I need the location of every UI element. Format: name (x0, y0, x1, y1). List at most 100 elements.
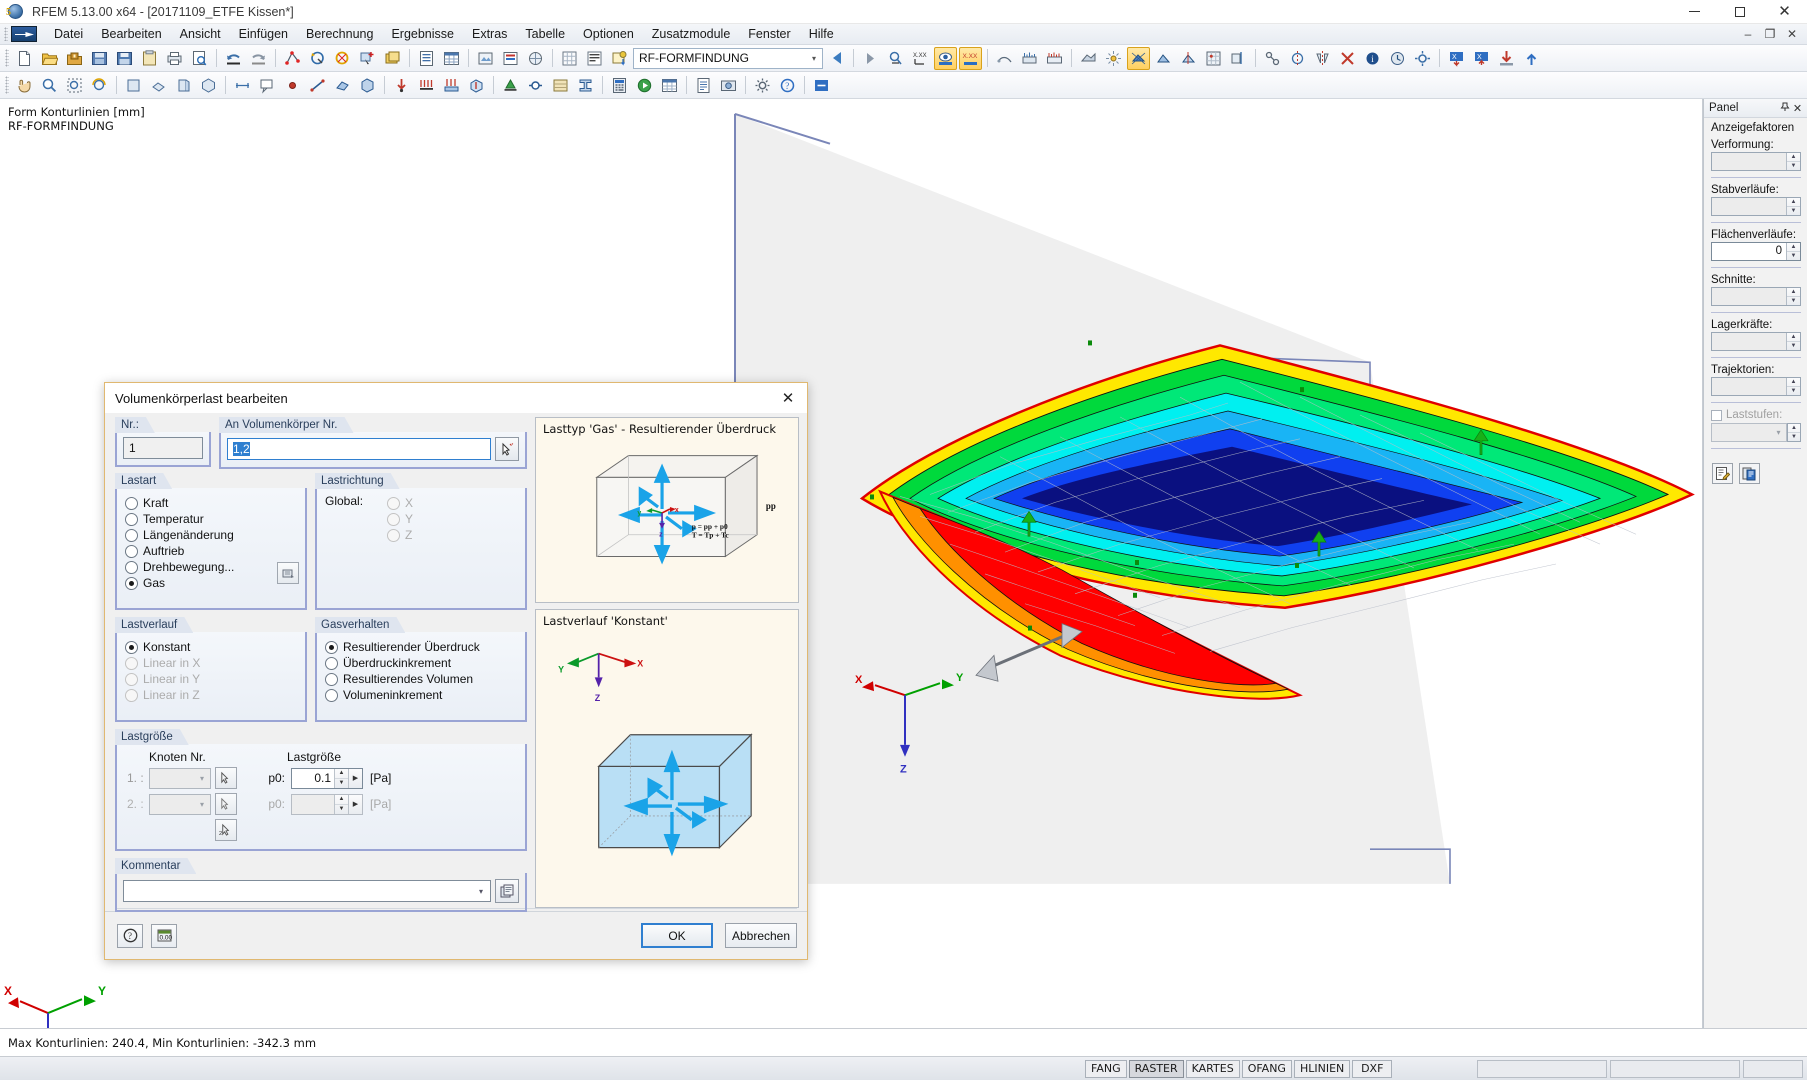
doc-close-button[interactable]: ✕ (1781, 27, 1803, 41)
close-button[interactable]: ✕ (1762, 0, 1807, 24)
trajektorien-down-icon[interactable]: ▼ (1787, 387, 1800, 395)
radio-resultierender-ueberdruck-dot[interactable] (325, 640, 338, 654)
render-mode3-icon[interactable] (1177, 47, 1200, 70)
result-bars2-icon[interactable] (1043, 47, 1066, 70)
volumenkoerperlast-dialog[interactable]: Volumenkörperlast bearbeiten ✕ Nr.: 1 An… (104, 382, 808, 960)
import-down-icon[interactable] (1495, 47, 1518, 70)
kommentar-chevron-down-icon[interactable]: ▾ (472, 887, 490, 896)
section-view-icon[interactable] (1227, 47, 1250, 70)
ok-button[interactable]: OK (641, 923, 713, 948)
line-icon[interactable] (306, 74, 329, 97)
laststufen-combobox[interactable]: ▾ (1711, 423, 1787, 442)
schnitte-down-icon[interactable]: ▼ (1787, 297, 1800, 305)
export-2-icon[interactable]: X (1470, 47, 1493, 70)
flaechenverlaeufe-spinner[interactable]: 0 ▲ ▼ (1711, 242, 1801, 261)
surface-icon[interactable] (331, 74, 354, 97)
radio-resultierender-ueberdruck[interactable]: Resultierender Überdruck (325, 640, 519, 654)
kommentar-combobox[interactable]: ▾ (123, 880, 491, 902)
rotate-view-icon[interactable] (306, 47, 329, 70)
redo-icon[interactable] (247, 47, 270, 70)
menu-ergebnisse[interactable]: Ergebnisse (382, 25, 463, 43)
panel-close-icon[interactable]: ✕ (1791, 102, 1804, 115)
row1-lastgroesse-spinner[interactable]: 0.1 ▲ ▼ ▶ (291, 767, 363, 789)
menubar-grip[interactable] (4, 27, 8, 41)
view-front-icon[interactable] (122, 74, 145, 97)
load-node-icon[interactable] (390, 74, 413, 97)
open-file-icon[interactable] (38, 47, 61, 70)
menu-optionen[interactable]: Optionen (574, 25, 643, 43)
laststufen-checkbox[interactable] (1711, 409, 1722, 421)
flaechenverlaeufe-up-icon[interactable]: ▲ (1787, 243, 1800, 252)
zoom-window-icon[interactable] (38, 74, 61, 97)
undo-icon[interactable] (222, 47, 245, 70)
radio-konstant-dot[interactable] (125, 640, 138, 654)
printout-report-icon[interactable] (692, 74, 715, 97)
support-icon[interactable] (499, 74, 522, 97)
trajektorien-up-icon[interactable]: ▲ (1787, 378, 1800, 387)
lagerkraefte-up-icon[interactable]: ▲ (1787, 333, 1800, 342)
zoom-previous-icon[interactable] (88, 74, 111, 97)
open-project-icon[interactable] (63, 47, 86, 70)
solid-icon[interactable] (356, 74, 379, 97)
toggle-hlinien[interactable]: HLINIEN (1293, 1059, 1351, 1078)
radio-ueberdruckinkrement-dot[interactable] (325, 656, 338, 670)
stabverlaeufe-down-icon[interactable]: ▼ (1787, 207, 1800, 215)
cancel-button[interactable]: Abbrechen (725, 923, 797, 948)
view-top-icon[interactable] (147, 74, 170, 97)
menu-bearbeiten[interactable]: Bearbeiten (92, 25, 170, 43)
select-lines-icon[interactable] (281, 47, 304, 70)
stabverlaeufe-spinner[interactable]: ▲ ▼ (1711, 197, 1801, 216)
view-side-icon[interactable] (172, 74, 195, 97)
pick-two-nodes-icon[interactable]: 2 (215, 819, 237, 841)
radio-konstant[interactable]: Konstant (125, 640, 299, 654)
zoom-all-icon[interactable] (63, 74, 86, 97)
toggle-kartes[interactable]: KARTES (1185, 1059, 1240, 1078)
save-as-icon[interactable] (88, 47, 111, 70)
toolbar-generic-1-icon[interactable] (474, 47, 497, 70)
load-line-icon[interactable] (415, 74, 438, 97)
view-iso-icon[interactable] (197, 74, 220, 97)
units-settings-icon[interactable]: 0.00 (151, 923, 177, 948)
trajektorien-spinner[interactable]: ▲ ▼ (1711, 377, 1801, 396)
stabverlaeufe-up-icon[interactable]: ▲ (1787, 198, 1800, 207)
show-values-icon[interactable]: X.XX (959, 46, 982, 70)
laststufen-down-icon[interactable]: ▼ (1788, 433, 1800, 441)
new-load-case-icon[interactable] (608, 47, 631, 70)
zoom-rotate-icon[interactable] (331, 47, 354, 70)
lagerkraefte-down-icon[interactable]: ▼ (1787, 342, 1800, 350)
menu-datei[interactable]: Datei (45, 25, 92, 43)
radio-temperatur[interactable]: Temperatur (125, 512, 299, 526)
result-bars-icon[interactable] (1018, 47, 1041, 70)
toolbar-generic-3-icon[interactable] (524, 47, 547, 70)
row2-pick-node-icon[interactable] (215, 793, 237, 815)
toggle-ofang[interactable]: OFANG (1241, 1059, 1292, 1078)
previous-load-case-icon[interactable] (825, 47, 848, 70)
row1-spin-down-icon[interactable]: ▼ (335, 779, 348, 788)
pin-icon[interactable] (1778, 102, 1791, 115)
schnitte-up-icon[interactable]: ▲ (1787, 288, 1800, 297)
load-solid-icon[interactable] (465, 74, 488, 97)
load-case-list-icon[interactable] (583, 47, 606, 70)
radio-resultierendes-volumen-dot[interactable] (325, 672, 338, 686)
toggle-fang[interactable]: FANG (1085, 1059, 1127, 1078)
render-result-icon[interactable] (884, 47, 907, 70)
drehbewegung-settings-icon[interactable] (277, 562, 299, 584)
clock-icon[interactable] (1386, 47, 1409, 70)
menu-zusatzmodule[interactable]: Zusatzmodule (643, 25, 740, 43)
new-file-icon[interactable] (13, 47, 36, 70)
annotation-icon[interactable] (256, 74, 279, 97)
row1-spin-up-icon[interactable]: ▲ (335, 769, 348, 779)
row1-knoten-combobox[interactable]: ▾ (149, 767, 211, 789)
menu-hilfe[interactable]: Hilfe (800, 25, 843, 43)
radio-gas[interactable]: Gas (125, 576, 299, 590)
hinge-icon[interactable] (524, 74, 547, 97)
toolbar2-grip[interactable] (5, 76, 9, 94)
toggle-dxf[interactable]: DXF (1352, 1059, 1393, 1078)
load-surface-icon[interactable] (440, 74, 463, 97)
show-results-icon[interactable] (934, 46, 957, 70)
dialog-close-icon[interactable]: ✕ (773, 385, 803, 411)
link-icon[interactable] (1261, 47, 1284, 70)
next-load-case-icon[interactable] (859, 47, 882, 70)
radio-laengenaenderung[interactable]: Längenänderung (125, 528, 299, 542)
load-case-combobox[interactable]: RF-FORMFINDUNG ▾ (633, 47, 823, 69)
